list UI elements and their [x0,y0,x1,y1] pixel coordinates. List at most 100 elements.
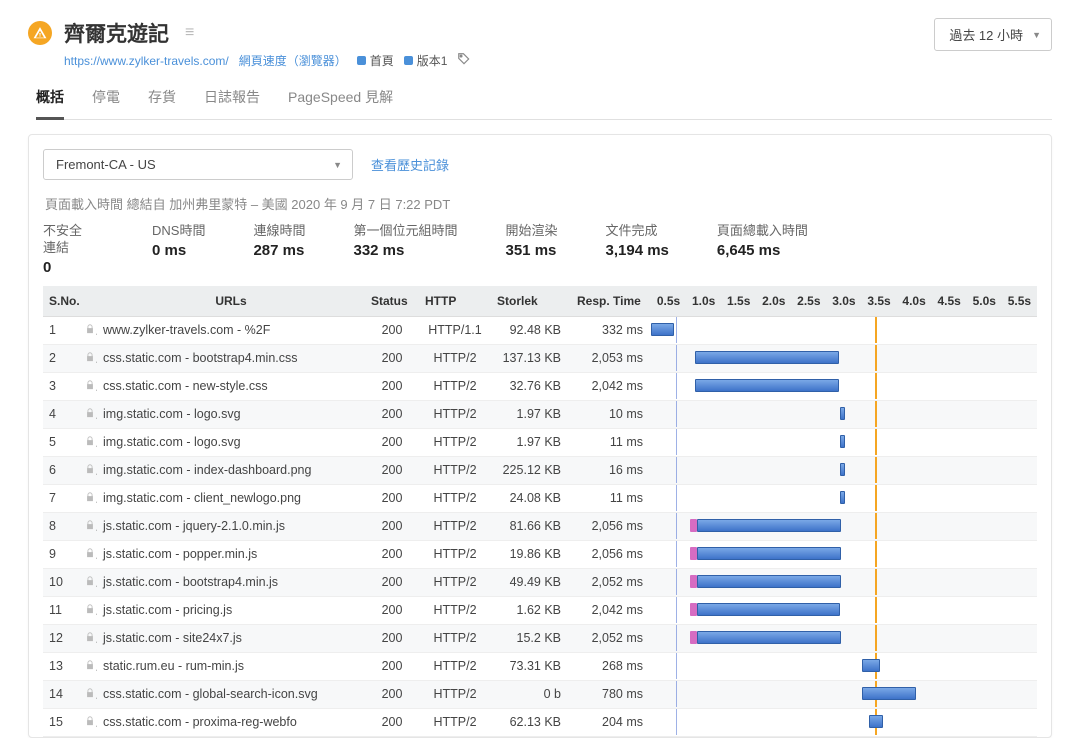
tick-label: 2.5s [791,286,826,317]
metric-value: 287 ms [253,242,305,259]
warning-icon [28,21,52,45]
chip-version[interactable]: 版本1 [404,52,448,69]
col-http[interactable]: HTTP [419,286,491,317]
table-row[interactable]: 8js.static.com - jquery-2.1.0.min.js200H… [43,512,1037,540]
waterfall-bar [651,568,1037,596]
waterfall-bar [651,372,1037,400]
metric-label: 連線時間 [253,223,305,240]
metric-value: 0 [43,259,82,276]
lock-icon [79,344,97,372]
tab-pagespeed[interactable]: PageSpeed 見解 [288,87,393,119]
url-cell[interactable]: css.static.com - proxima-reg-webfo [97,708,365,736]
table-row[interactable]: 11js.static.com - pricing.js200HTTP/21.6… [43,596,1037,624]
site-url-link[interactable]: https://www.zylker-travels.com/ [64,54,229,68]
tick-label: 2.0s [756,286,791,317]
metric-label: 開始渲染 [506,223,558,240]
url-cell[interactable]: js.static.com - bootstrap4.min.js [97,568,365,596]
history-link[interactable]: 查看歷史記錄 [371,155,449,174]
metric-label: 第一個位元組時間 [353,223,457,240]
speed-label-link[interactable]: 網頁速度（瀏覽器） [239,52,347,69]
tick-label: 4.0s [897,286,932,317]
tag-icon[interactable] [457,52,471,69]
tick-label: 3.5s [861,286,896,317]
table-row[interactable]: 2css.static.com - bootstrap4.min.css200H… [43,344,1037,372]
summary-text: 頁面載入時間 總結自 加州弗里蒙特 – 美國 2020 年 9 月 7 日 7:… [45,194,1037,213]
time-range-select[interactable]: 過去 12 小時 [934,18,1052,51]
table-row[interactable]: 6img.static.com - index-dashboard.png200… [43,456,1037,484]
url-cell[interactable]: img.static.com - logo.svg [97,400,365,428]
lock-icon [79,512,97,540]
col-sno[interactable]: S.No. [43,286,79,317]
lock-icon [79,372,97,400]
table-row[interactable]: 15css.static.com - proxima-reg-webfo200H… [43,708,1037,736]
table-row[interactable]: 12js.static.com - site24x7.js200HTTP/215… [43,624,1037,652]
table-row[interactable]: 13static.rum.eu - rum-min.js200HTTP/273.… [43,652,1037,680]
url-cell[interactable]: static.rum.eu - rum-min.js [97,652,365,680]
metric-label: 頁面總載入時間 [717,223,808,240]
waterfall-table: S.No. URLsStatusHTTPStorlekResp. Time0.5s… [43,286,1037,737]
waterfall-bar [651,708,1037,736]
url-cell[interactable]: js.static.com - popper.min.js [97,540,365,568]
lock-icon [79,540,97,568]
waterfall-bar [651,540,1037,568]
url-cell[interactable]: css.static.com - new-style.css [97,372,365,400]
metric-value: 6,645 ms [717,242,808,259]
col-status[interactable]: Status [365,286,419,317]
lock-icon [79,456,97,484]
table-row[interactable]: 7img.static.com - client_newlogo.png200H… [43,484,1037,512]
tick-label: 4.5s [932,286,967,317]
table-row[interactable]: 3css.static.com - new-style.css200HTTP/2… [43,372,1037,400]
tab-inventory[interactable]: 存貨 [148,87,176,119]
waterfall-bar [651,596,1037,624]
tick-label: 0.5s [651,286,686,317]
lock-icon [79,680,97,708]
lock-icon [79,708,97,736]
metric-value: 332 ms [353,242,457,259]
url-cell[interactable]: js.static.com - site24x7.js [97,624,365,652]
waterfall-bar [651,680,1037,708]
location-select[interactable]: Fremont-CA - US [43,149,353,180]
chip-home[interactable]: 首頁 [357,52,394,69]
metric-value: 351 ms [506,242,558,259]
lock-icon [79,484,97,512]
waterfall-bar [651,456,1037,484]
table-row[interactable]: 4img.static.com - logo.svg200HTTP/21.97 … [43,400,1037,428]
metric-value: 0 ms [152,242,205,259]
col-url[interactable]: URLs [97,286,365,317]
url-cell[interactable]: js.static.com - pricing.js [97,596,365,624]
col-size[interactable]: Storlek [491,286,571,317]
url-cell[interactable]: img.static.com - logo.svg [97,428,365,456]
lock-icon [79,316,97,344]
metric-label: 文件完成 [606,223,669,240]
waterfall-bar [651,428,1037,456]
col-resp[interactable]: Resp. Time [571,286,651,317]
url-cell[interactable]: img.static.com - client_newlogo.png [97,484,365,512]
metric-label: 不安全連結 [43,223,82,257]
waterfall-bar [651,624,1037,652]
url-cell[interactable]: img.static.com - index-dashboard.png [97,456,365,484]
table-row[interactable]: 9js.static.com - popper.min.js200HTTP/21… [43,540,1037,568]
main-panel: Fremont-CA - US 查看歷史記錄 頁面載入時間 總結自 加州弗里蒙特… [28,134,1052,738]
lock-icon [79,652,97,680]
url-cell[interactable]: www.zylker-travels.com - %2F [97,316,365,344]
waterfall-bar [651,484,1037,512]
table-row[interactable]: 14css.static.com - global-search-icon.sv… [43,680,1037,708]
waterfall-bar [651,344,1037,372]
url-cell[interactable]: css.static.com - global-search-icon.svg [97,680,365,708]
lock-icon [79,568,97,596]
tick-label: 1.0s [686,286,721,317]
tab-outage[interactable]: 停電 [92,87,120,119]
waterfall-bar [651,316,1037,344]
table-row[interactable]: 5img.static.com - logo.svg200HTTP/21.97 … [43,428,1037,456]
lock-icon [79,400,97,428]
table-row[interactable]: 10js.static.com - bootstrap4.min.js200HT… [43,568,1037,596]
menu-icon[interactable]: ≡ [185,24,194,42]
table-row[interactable]: 1www.zylker-travels.com - %2F200HTTP/1.1… [43,316,1037,344]
tabs: 概括 停電 存貨 日誌報告 PageSpeed 見解 [36,87,1052,120]
tick-label: 5.0s [967,286,1002,317]
tab-summary[interactable]: 概括 [36,87,64,120]
tab-log-report[interactable]: 日誌報告 [204,87,260,119]
url-cell[interactable]: js.static.com - jquery-2.1.0.min.js [97,512,365,540]
url-cell[interactable]: css.static.com - bootstrap4.min.css [97,344,365,372]
metrics-row: 不安全連結0DNS時間0 ms連線時間287 ms第一個位元組時間332 ms開… [43,223,1037,276]
